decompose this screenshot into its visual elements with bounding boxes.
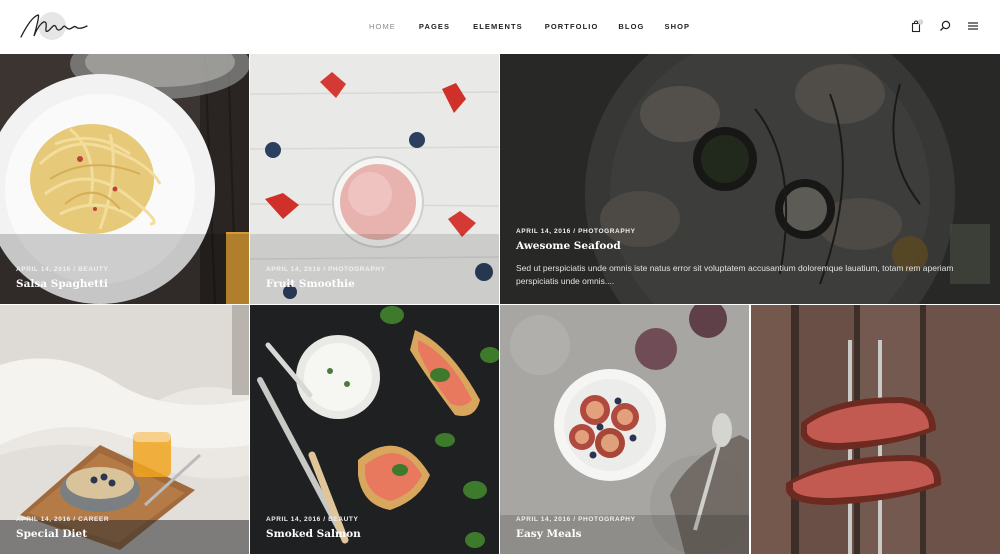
post-category[interactable]: BEAUTY [78,266,108,273]
post-meta: APRIL 14, 2016 / PHOTOGRAPHY [516,516,733,523]
shopping-bag-icon[interactable]: 0 [910,19,924,33]
main-navigation: HOME PAGES ELEMENTS PORTFOLIO BLOG SHOP [369,22,690,31]
post-excerpt: Sed ut perspiciatis unde omnis iste natu… [516,263,954,286]
post-caption: APRIL 14, 2016 / PHOTOGRAPHY Fruit Smoot… [266,266,483,290]
post-date: APRIL 14, 2016 [266,266,321,273]
post-category[interactable]: BEAUTY [328,516,358,523]
post-meta: APRIL 14, 2016 / CAREER [16,516,233,523]
header-icons: 0 [910,19,980,33]
post-tile-smoked-salmon[interactable]: APRIL 14, 2016 / BEAUTY Smoked Salmon [250,305,499,554]
post-caption: APRIL 14, 2016 / CAREER Special Diet [16,516,233,540]
search-icon[interactable] [938,19,952,33]
post-caption: APRIL 14, 2016 / BEAUTY Salsa Spaghetti [16,266,233,290]
steak-image [751,305,1000,554]
nav-home[interactable]: HOME [369,22,396,31]
post-caption: APRIL 14, 2016 / PHOTOGRAPHY Easy Meals [516,516,733,540]
cart-count: 0 [920,20,922,24]
site-header: HOME PAGES ELEMENTS PORTFOLIO BLOG SHOP … [0,0,1000,54]
post-category[interactable]: CAREER [78,516,109,523]
post-caption: APRIL 14, 2016 / PHOTOGRAPHY Awesome Sea… [516,228,984,288]
nav-blog[interactable]: BLOG [618,22,644,31]
post-title[interactable]: Smoked Salmon [266,528,483,540]
post-date: APRIL 14, 2016 [16,266,71,273]
nav-shop[interactable]: SHOP [664,22,690,31]
post-tile-steak[interactable] [751,305,1000,554]
post-meta: APRIL 14, 2016 / BEAUTY [266,516,483,523]
post-meta: APRIL 14, 2016 / PHOTOGRAPHY [266,266,483,273]
portfolio-grid: APRIL 14, 2016 / BEAUTY Salsa Spaghetti [0,54,1000,554]
post-title[interactable]: Fruit Smoothie [266,278,483,290]
post-title[interactable]: Special Diet [16,528,233,540]
nav-elements[interactable]: ELEMENTS [473,22,523,31]
post-meta: APRIL 14, 2016 / PHOTOGRAPHY [516,228,984,235]
menu-icon[interactable] [966,19,980,33]
post-title[interactable]: Salsa Spaghetti [16,278,233,290]
post-title[interactable]: Easy Meals [516,528,733,540]
post-tile-awesome-seafood[interactable]: APRIL 14, 2016 / PHOTOGRAPHY Awesome Sea… [500,54,1000,304]
post-category[interactable]: PHOTOGRAPHY [578,516,635,523]
post-caption: APRIL 14, 2016 / BEAUTY Smoked Salmon [266,516,483,540]
signature-logo[interactable] [18,9,90,45]
nav-pages[interactable]: PAGES [419,22,450,31]
post-category[interactable]: PHOTOGRAPHY [328,266,385,273]
post-tile-easy-meals[interactable]: APRIL 14, 2016 / PHOTOGRAPHY Easy Meals [500,305,749,554]
nav-portfolio[interactable]: PORTFOLIO [545,22,599,31]
post-date: APRIL 14, 2016 [516,516,571,523]
post-tile-special-diet[interactable]: APRIL 14, 2016 / CAREER Special Diet [0,305,249,554]
post-title[interactable]: Awesome Seafood [516,240,984,252]
post-tile-fruit-smoothie[interactable]: APRIL 14, 2016 / PHOTOGRAPHY Fruit Smoot… [250,54,499,304]
post-category[interactable]: PHOTOGRAPHY [578,228,635,235]
post-date: APRIL 14, 2016 [266,516,321,523]
post-tile-salsa-spaghetti[interactable]: APRIL 14, 2016 / BEAUTY Salsa Spaghetti [0,54,249,304]
post-meta: APRIL 14, 2016 / BEAUTY [16,266,233,273]
post-date: APRIL 14, 2016 [16,516,71,523]
post-date: APRIL 14, 2016 [516,228,571,235]
